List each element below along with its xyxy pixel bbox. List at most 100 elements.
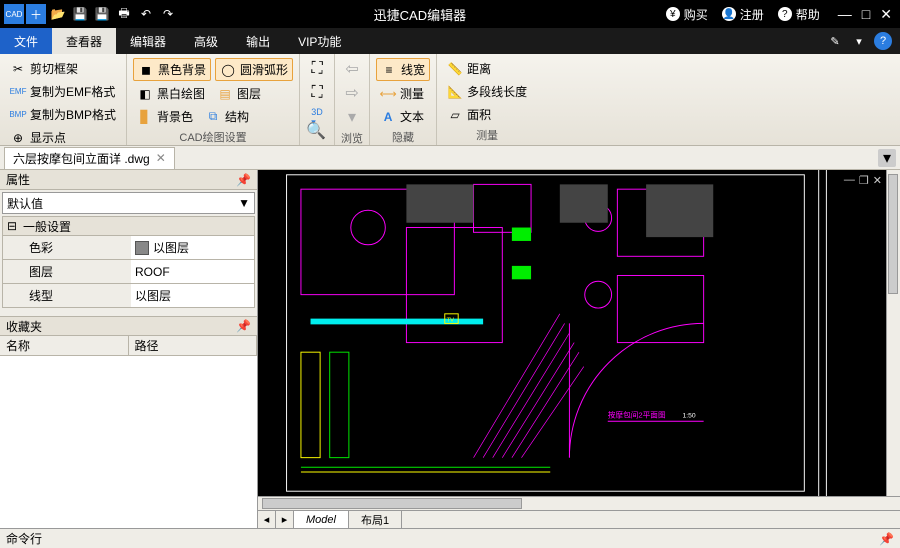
blackbg-icon: ◼: [138, 62, 154, 78]
canvas-max-icon[interactable]: ❐: [859, 174, 869, 187]
tab-advanced[interactable]: 高级: [180, 28, 232, 54]
default-combo[interactable]: 默认值 ▼: [2, 192, 255, 214]
open-icon[interactable]: 📂: [48, 4, 68, 24]
file-tab-add[interactable]: ▾: [878, 149, 896, 167]
ribbon: ✂剪切框架 EMF复制为EMF格式 BMP复制为BMP格式 ⊕显示点 A查找文字…: [0, 54, 900, 146]
cad-drawing: TV 按摩包间2平面图 1:50: [258, 170, 900, 496]
color-swatch: [135, 241, 149, 255]
svg-text:TV: TV: [447, 317, 455, 323]
pen-icon[interactable]: ✎: [826, 32, 844, 50]
command-line[interactable]: 命令行 📌: [0, 528, 900, 548]
ruler-icon: ⟷: [380, 86, 396, 102]
undo-icon[interactable]: ↶: [136, 4, 156, 24]
window-controls: — □ ✕: [830, 6, 900, 23]
property-rows: 色彩 以图层 图层 ROOF 线型 以图层: [2, 236, 255, 308]
register-button[interactable]: 👤注册: [718, 4, 768, 25]
favorites-col-name[interactable]: 名称: [0, 336, 129, 355]
properties-title: 属性: [6, 171, 30, 188]
close-icon[interactable]: ✕: [880, 6, 892, 23]
bgcolor-icon: ▊: [137, 109, 153, 125]
tab-editor[interactable]: 编辑器: [116, 28, 180, 54]
horizontal-scrollbar[interactable]: [258, 496, 900, 510]
drawing-canvas[interactable]: — ❐ ✕: [258, 170, 900, 496]
print-icon[interactable]: 🖶: [114, 4, 134, 24]
pos-icon-1[interactable]: ⛶: [306, 58, 328, 80]
buy-button[interactable]: ¥购买: [662, 4, 712, 25]
arc-icon: ◯: [220, 62, 236, 78]
ribbon-label-cad: CAD绘图设置: [133, 127, 293, 145]
bg-color-button[interactable]: ▊背景色: [133, 106, 197, 127]
collapse-icon[interactable]: ⊟: [7, 219, 19, 233]
maximize-icon[interactable]: □: [862, 6, 870, 22]
prop-row-layer[interactable]: 图层 ROOF: [2, 260, 255, 284]
saveas-icon[interactable]: 💾: [92, 4, 112, 24]
emf-icon: EMF: [10, 84, 26, 100]
tab-file[interactable]: 文件: [0, 28, 52, 54]
scrollbar-thumb[interactable]: [262, 498, 522, 509]
favorites-body: [0, 356, 257, 528]
nav-back-icon[interactable]: ⇦: [341, 58, 363, 80]
area-button[interactable]: ▱面积: [443, 104, 531, 125]
text-hide-button[interactable]: A文本: [376, 106, 430, 127]
prop-row-color[interactable]: 色彩 以图层: [2, 236, 255, 260]
tab-output[interactable]: 输出: [232, 28, 284, 54]
general-settings-label: 一般设置: [23, 218, 71, 235]
main-row: 属性 📌 默认值 ▼ ⊟ 一般设置 色彩 以图层 图层 ROOF 线型 以图层: [0, 170, 900, 528]
help-round-icon[interactable]: ?: [874, 32, 892, 50]
app-icon[interactable]: CAD: [4, 4, 24, 24]
favorites-pin-icon[interactable]: 📌: [236, 319, 251, 333]
save-icon[interactable]: 💾: [70, 4, 90, 24]
vertical-scrollbar[interactable]: [886, 170, 900, 496]
minimize-icon[interactable]: —: [838, 6, 852, 22]
distance-icon: 📏: [447, 61, 463, 77]
model-tab[interactable]: Model: [294, 511, 349, 528]
canvas-min-icon[interactable]: —: [844, 174, 855, 187]
prop-row-linetype[interactable]: 线型 以图层: [2, 284, 255, 308]
linewidth-button[interactable]: ≡线宽: [376, 58, 430, 81]
pos-icon-2[interactable]: ⛶: [306, 82, 328, 104]
show-point-button[interactable]: ⊕显示点: [6, 127, 120, 148]
canvas-close-icon[interactable]: ✕: [873, 174, 882, 187]
structure-button[interactable]: ⧉结构: [201, 106, 253, 127]
command-line-pin-icon[interactable]: 📌: [879, 532, 894, 546]
general-settings-header[interactable]: ⊟ 一般设置: [2, 216, 255, 236]
tab-scroll-right[interactable]: ▸: [276, 511, 294, 528]
black-bg-button[interactable]: ◼黑色背景: [133, 58, 211, 81]
polyline-icon: 📐: [447, 84, 463, 100]
nav-fwd-icon[interactable]: ⇨: [341, 82, 363, 104]
ribbon-group-cad: ◼黑色背景 ◯圆滑弧形 ◧黑白绘图 ▤图层 ▊背景色 ⧉结构 CAD绘图设置: [127, 54, 300, 145]
file-tab-close-icon[interactable]: ✕: [156, 151, 166, 165]
polyline-button[interactable]: 📐多段线长度: [443, 81, 531, 102]
prop-key: 图层: [3, 260, 131, 283]
scrollbar-thumb[interactable]: [888, 174, 898, 294]
copy-bmp-button[interactable]: BMP复制为BMP格式: [6, 104, 120, 125]
ribbon-label-measure: 测量: [443, 125, 531, 143]
title-right-buttons: ¥购买 👤注册 ?帮助: [662, 4, 830, 25]
dropdown-icon[interactable]: ▾: [850, 32, 868, 50]
canvas-window-controls: — ❐ ✕: [844, 174, 882, 187]
ribbon-group-hide: ≡线宽 ⟷测量 A文本 隐藏: [370, 54, 437, 145]
favorites-col-path[interactable]: 路径: [129, 336, 258, 355]
bw-draw-button[interactable]: ◧黑白绘图: [133, 83, 209, 104]
ribbon-group-tools: ✂剪切框架 EMF复制为EMF格式 BMP复制为BMP格式 ⊕显示点 A查找文字…: [0, 54, 127, 145]
crop-icon: ✂: [10, 61, 26, 77]
tab-scroll-left[interactable]: ◂: [258, 511, 276, 528]
file-tab[interactable]: 六层按摩包间立面详 .dwg ✕: [4, 147, 175, 169]
crop-frame-button[interactable]: ✂剪切框架: [6, 58, 120, 79]
tab-vip[interactable]: VIP功能: [284, 28, 355, 54]
new-icon[interactable]: ＋: [26, 4, 46, 24]
prop-value[interactable]: ROOF: [131, 260, 254, 283]
distance-button[interactable]: 📏距离: [443, 58, 531, 79]
copy-emf-button[interactable]: EMF复制为EMF格式: [6, 81, 120, 102]
help-button[interactable]: ?帮助: [774, 4, 824, 25]
layer-button[interactable]: ▤图层: [213, 83, 265, 104]
properties-pin-icon[interactable]: 📌: [236, 173, 251, 187]
measure-hide-button[interactable]: ⟷测量: [376, 83, 430, 104]
smooth-arc-button[interactable]: ◯圆滑弧形: [215, 58, 293, 81]
layout1-tab[interactable]: 布局1: [349, 511, 402, 528]
nav-down-icon[interactable]: ▾: [341, 106, 363, 128]
prop-value[interactable]: 以图层: [131, 284, 254, 307]
prop-value[interactable]: 以图层: [131, 236, 254, 259]
redo-icon[interactable]: ↷: [158, 4, 178, 24]
tab-viewer[interactable]: 查看器: [52, 28, 116, 54]
